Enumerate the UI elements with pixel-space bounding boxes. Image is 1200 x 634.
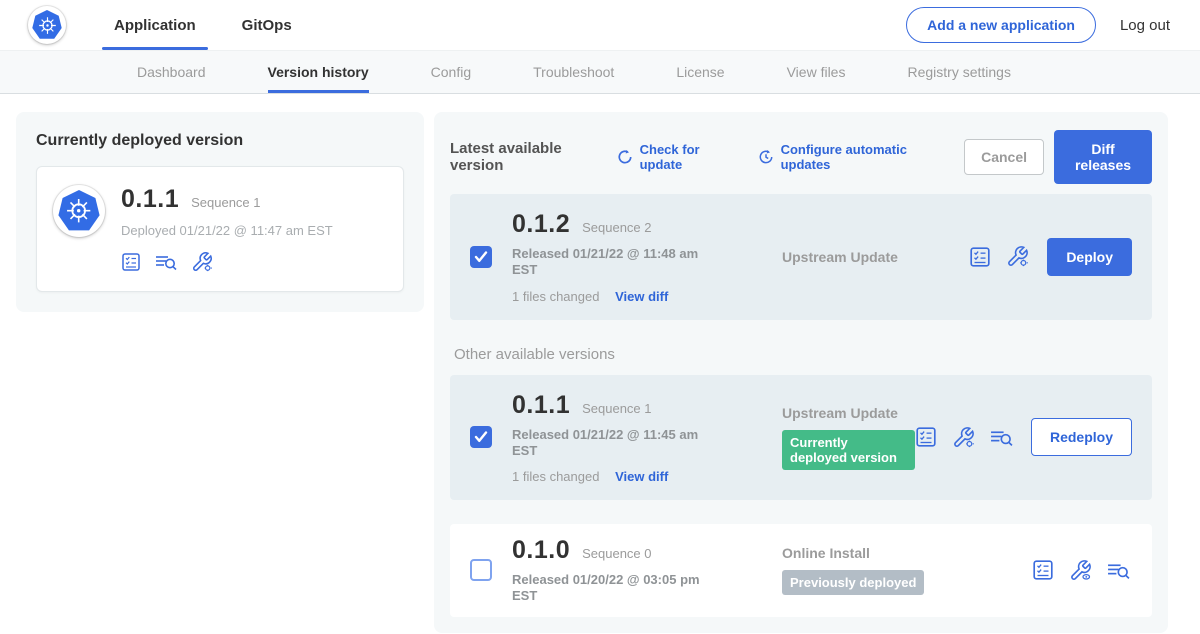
previously-deployed-badge: Previously deployed: [782, 570, 924, 595]
files-changed-label: 1 files changed: [512, 469, 599, 484]
subnav-tab-dashboard[interactable]: Dashboard: [137, 51, 206, 93]
wrench-gear-icon[interactable]: [191, 251, 213, 273]
files-changed-label: 1 files changed: [512, 289, 599, 304]
subnav-tab-config[interactable]: Config: [431, 51, 471, 93]
version-checkbox[interactable]: [470, 426, 492, 448]
subnav-tab-view-files[interactable]: View files: [787, 51, 846, 93]
check-for-update-label: Check for update: [640, 142, 732, 172]
app-logo: [53, 185, 105, 237]
subnav-tab-version-history[interactable]: Version history: [268, 51, 369, 93]
deployed-sequence-label: Sequence 1: [191, 195, 260, 210]
version-history-panel: Latest available version Check for updat…: [434, 112, 1168, 633]
released-timestamp: Released 01/20/22 @ 03:05 pm EST: [512, 572, 708, 605]
deployed-version-number: 0.1.1: [121, 185, 179, 214]
subnav-tab-registry-settings[interactable]: Registry settings: [907, 51, 1010, 93]
deployed-timestamp: Deployed 01/21/22 @ 11:47 am EST: [121, 223, 333, 238]
kubernetes-icon: [58, 190, 100, 232]
version-source-label: Online Install: [782, 545, 1032, 561]
refresh-icon: [617, 149, 633, 165]
logs-icon[interactable]: [990, 427, 1013, 448]
currently-deployed-badge: Currently deployed version: [782, 430, 915, 470]
deployed-version-card: 0.1.1 Sequence 1 Deployed 01/21/22 @ 11:…: [36, 166, 404, 292]
checklist-icon[interactable]: [915, 426, 937, 448]
redeploy-button[interactable]: Redeploy: [1031, 418, 1132, 456]
main-content: Currently deployed version: [0, 94, 1200, 633]
add-new-application-button[interactable]: Add a new application: [906, 7, 1096, 43]
configure-automatic-updates-label: Configure automatic updates: [781, 142, 939, 172]
logs-icon[interactable]: [155, 252, 177, 272]
latest-version-header: Latest available version Check for updat…: [450, 124, 1152, 194]
checklist-icon[interactable]: [1032, 559, 1054, 581]
configure-automatic-updates-link[interactable]: Configure automatic updates: [758, 142, 939, 172]
version-number: 0.1.1: [512, 391, 570, 420]
sequence-label: Sequence 1: [582, 401, 651, 416]
released-timestamp: Released 01/21/22 @ 11:48 am EST: [512, 246, 708, 279]
check-for-update-link[interactable]: Check for update: [617, 142, 732, 172]
wrench-eye-icon[interactable]: [1069, 559, 1092, 582]
currently-deployed-title: Currently deployed version: [36, 132, 404, 150]
tab-gitops[interactable]: GitOps: [230, 0, 304, 50]
checklist-icon[interactable]: [121, 252, 141, 272]
app-subnav: Dashboard Version history Config Trouble…: [0, 50, 1200, 94]
sequence-label: Sequence 2: [582, 220, 651, 235]
diff-releases-button[interactable]: Diff releases: [1054, 130, 1152, 184]
kubernetes-icon: [32, 10, 62, 40]
version-checkbox[interactable]: [470, 559, 492, 581]
version-number: 0.1.0: [512, 536, 570, 565]
currently-deployed-panel: Currently deployed version: [16, 112, 424, 312]
sequence-label: Sequence 0: [582, 546, 651, 561]
app-logo: [28, 6, 66, 44]
latest-available-version-title: Latest available version: [450, 140, 601, 174]
wrench-gear-icon[interactable]: [1006, 245, 1029, 268]
view-diff-link[interactable]: View diff: [615, 469, 668, 484]
cancel-button[interactable]: Cancel: [964, 139, 1044, 175]
deploy-button[interactable]: Deploy: [1047, 238, 1132, 276]
version-source-label: Upstream Update: [782, 249, 969, 265]
subnav-tab-license[interactable]: License: [676, 51, 724, 93]
checklist-icon[interactable]: [969, 246, 991, 268]
logout-button[interactable]: Log out: [1120, 17, 1170, 34]
version-row-0-1-1: 0.1.1 Sequence 1 Released 01/21/22 @ 11:…: [450, 375, 1152, 501]
top-bar: Application GitOps Add a new application…: [0, 0, 1200, 50]
subnav-tab-troubleshoot[interactable]: Troubleshoot: [533, 51, 614, 93]
version-number: 0.1.2: [512, 210, 570, 239]
logs-icon[interactable]: [1107, 560, 1130, 581]
version-row-0-1-0: 0.1.0 Sequence 0 Released 01/20/22 @ 03:…: [450, 524, 1152, 617]
other-available-versions-title: Other available versions: [454, 346, 1148, 363]
clock-refresh-icon: [758, 149, 774, 165]
wrench-gear-icon[interactable]: [952, 426, 975, 449]
released-timestamp: Released 01/21/22 @ 11:45 am EST: [512, 427, 708, 460]
tab-application[interactable]: Application: [102, 0, 208, 50]
version-row-0-1-2: 0.1.2 Sequence 2 Released 01/21/22 @ 11:…: [450, 194, 1152, 320]
version-source-label: Upstream Update: [782, 405, 915, 421]
view-diff-link[interactable]: View diff: [615, 289, 668, 304]
version-checkbox[interactable]: [470, 246, 492, 268]
